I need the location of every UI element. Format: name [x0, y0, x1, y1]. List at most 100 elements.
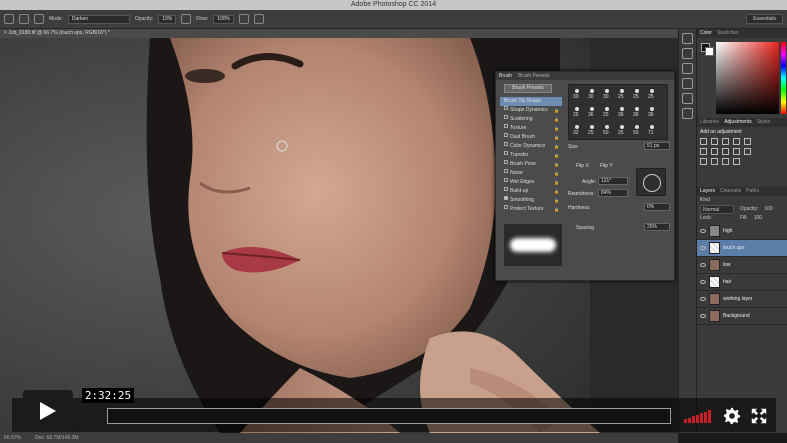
hardness-field[interactable]: 0%	[644, 203, 670, 211]
brush-tip-swatch[interactable]	[590, 125, 594, 129]
checkbox-icon[interactable]	[504, 115, 508, 119]
roundness-field[interactable]: 84%	[598, 189, 628, 197]
checkbox-icon[interactable]	[504, 142, 508, 146]
spacing-field[interactable]: 25%	[644, 223, 670, 231]
brush-tip-swatch[interactable]	[605, 125, 609, 129]
hue-slider[interactable]	[781, 42, 786, 114]
tab-adjustments[interactable]: Adjustments	[724, 118, 752, 127]
flip-x-checkbox[interactable]: Flip X	[576, 163, 589, 169]
brush-tip-swatch[interactable]	[635, 125, 639, 129]
lock-icon[interactable]: 🔒	[554, 160, 559, 169]
levels-icon[interactable]	[711, 138, 718, 145]
brush-tip-swatch[interactable]	[620, 125, 624, 129]
background-color-swatch[interactable]	[705, 47, 714, 56]
angle-field[interactable]: 121°	[598, 177, 628, 185]
brush-option-item[interactable]: Smoothing 🔒	[500, 196, 562, 205]
lock-icon[interactable]: 🔒	[554, 124, 559, 133]
tab-channels[interactable]: Channels	[720, 187, 741, 196]
brush-tool-icon[interactable]	[4, 14, 14, 24]
brush-tip-swatch[interactable]	[635, 107, 639, 111]
clone-source-icon[interactable]	[682, 78, 693, 89]
brush-tip-swatch[interactable]	[605, 89, 609, 93]
brush-tip-grid[interactable]: 30 30 30 25 25 25 25 36 25 36 36 36 32 25 50 25 50 71	[568, 84, 668, 140]
tab-brush-presets[interactable]: Brush Presets	[518, 72, 549, 80]
layer-row[interactable]: touch ups	[697, 240, 787, 257]
brush-tip-swatch[interactable]	[620, 107, 624, 111]
brush-tip-swatch[interactable]	[650, 107, 654, 111]
lock-icon[interactable]: 🔒	[554, 178, 559, 187]
brush-option-item[interactable]: Scattering 🔒	[500, 115, 562, 124]
brush-option-item[interactable]: Transfer 🔒	[500, 151, 562, 160]
checkbox-icon[interactable]	[504, 106, 508, 110]
size-field[interactable]: 51 px	[644, 142, 670, 150]
checkbox-icon[interactable]	[504, 169, 508, 173]
lock-icon[interactable]: 🔒	[554, 205, 559, 214]
brush-tip-swatch[interactable]	[575, 89, 579, 93]
tab-styles[interactable]: Styles	[757, 118, 771, 127]
play-button[interactable]	[23, 390, 73, 432]
checkbox-icon[interactable]	[504, 151, 508, 155]
layer-row[interactable]: low	[697, 257, 787, 274]
tab-color[interactable]: Color	[700, 29, 712, 38]
invert-icon[interactable]	[700, 158, 707, 165]
black-white-icon[interactable]	[722, 148, 729, 155]
opacity-value[interactable]: 100	[764, 205, 772, 214]
fullscreen-icon[interactable]	[750, 407, 768, 425]
layer-row[interactable]: hair	[697, 274, 787, 291]
checkbox-icon[interactable]	[504, 205, 508, 209]
pressure-size-icon[interactable]	[254, 14, 265, 24]
lock-icon[interactable]: 🔒	[554, 115, 559, 124]
flip-y-checkbox[interactable]: Flip Y	[600, 163, 613, 169]
brush-option-item[interactable]: Dual Brush 🔒	[500, 133, 562, 142]
lock-icon[interactable]: 🔒	[554, 142, 559, 151]
posterize-icon[interactable]	[711, 158, 718, 165]
brush-tip-swatch[interactable]	[650, 89, 654, 93]
workspace-switcher[interactable]: Essentials	[746, 14, 783, 24]
channel-mixer-icon[interactable]	[744, 148, 751, 155]
tab-swatches[interactable]: Swatches	[717, 29, 739, 38]
layer-row[interactable]: high	[697, 223, 787, 240]
brush-tip-swatch[interactable]	[635, 89, 639, 93]
properties-icon[interactable]	[682, 108, 693, 119]
visibility-eye-icon[interactable]	[700, 314, 706, 318]
angle-roundness-widget[interactable]	[636, 168, 666, 196]
tab-paths[interactable]: Paths	[746, 187, 759, 196]
zoom-level[interactable]: 66.67%	[4, 433, 21, 443]
hue-saturation-icon[interactable]	[700, 148, 707, 155]
visibility-eye-icon[interactable]	[700, 263, 706, 267]
brush-tip-swatch[interactable]	[590, 107, 594, 111]
lock-icon[interactable]: 🔒	[554, 169, 559, 178]
brush-tip-swatch[interactable]	[620, 89, 624, 93]
checkbox-icon[interactable]	[504, 178, 508, 182]
lock-icon[interactable]: 🔒	[554, 196, 559, 205]
tab-layers[interactable]: Layers	[700, 187, 715, 196]
progress-bar[interactable]	[107, 408, 671, 424]
lock-icon[interactable]: 🔒	[554, 151, 559, 160]
vibrance-icon[interactable]	[744, 138, 751, 145]
blend-mode-select[interactable]: Normal	[700, 205, 734, 214]
visibility-eye-icon[interactable]	[700, 246, 706, 250]
checkbox-icon[interactable]	[504, 124, 508, 128]
brush-option-item[interactable]: Wet Edges 🔒	[500, 178, 562, 187]
brush-option-item[interactable]: Texture 🔒	[500, 124, 562, 133]
curves-icon[interactable]	[722, 138, 729, 145]
brush-preset-picker-icon[interactable]	[19, 14, 29, 24]
flow-field[interactable]: 100%	[213, 14, 235, 24]
brush-tip-swatch[interactable]	[590, 89, 594, 93]
lock-icon[interactable]: 🔒	[554, 187, 559, 196]
tab-libraries[interactable]: Libraries	[700, 118, 719, 127]
document-tab[interactable]: × Job_0180.tif @ 66.7% (touch ups, RGB/1…	[0, 29, 678, 38]
color-balance-icon[interactable]	[711, 148, 718, 155]
checkbox-icon[interactable]	[504, 160, 508, 164]
lock-icon[interactable]: 🔒	[554, 106, 559, 115]
photo-filter-icon[interactable]	[733, 148, 740, 155]
brush-option-item[interactable]: Noise 🔒	[500, 169, 562, 178]
spacing-checkbox[interactable]: Spacing	[576, 225, 594, 231]
lock-icon[interactable]: 🔒	[554, 133, 559, 142]
checkbox-icon[interactable]	[504, 187, 508, 191]
brush-presets-button[interactable]: Brush Presets	[504, 84, 552, 93]
layer-filter[interactable]: Kind	[697, 196, 787, 205]
brush-tip-swatch[interactable]	[650, 125, 654, 129]
threshold-icon[interactable]	[722, 158, 729, 165]
fill-value[interactable]: 100	[754, 214, 762, 223]
